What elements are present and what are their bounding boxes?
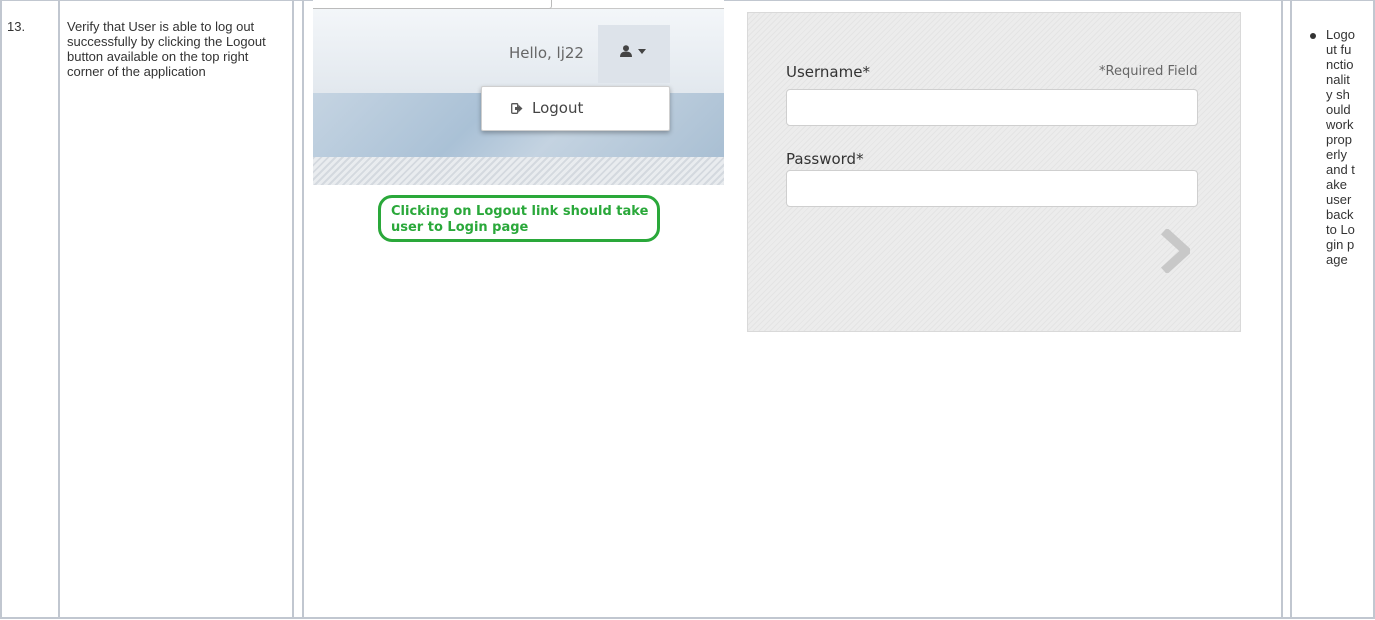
row-number: 13. xyxy=(7,19,26,34)
column-divider-5 xyxy=(1290,0,1292,619)
password-field[interactable] xyxy=(786,170,1198,207)
browser-top-bar xyxy=(313,0,724,9)
column-divider-3 xyxy=(302,0,304,619)
annotation-callout: Clicking on Logout link should take user… xyxy=(378,195,660,242)
logout-menu-item[interactable]: Logout xyxy=(481,86,670,131)
user-greeting: Hello, lj22 xyxy=(509,44,584,62)
password-label: Password* xyxy=(786,150,864,168)
logout-icon xyxy=(511,103,523,114)
expected-result-text: Logout functionality should work properl… xyxy=(1326,27,1355,267)
column-divider-4 xyxy=(1281,0,1283,619)
chevron-right-icon[interactable] xyxy=(1160,229,1190,273)
table-border-bottom xyxy=(0,617,1375,619)
username-field[interactable] xyxy=(786,89,1198,126)
user-icon xyxy=(620,45,632,57)
username-label: Username* xyxy=(786,63,870,81)
login-page-screenshot: Username* *Required Field Password* xyxy=(725,0,1270,335)
table-border-left xyxy=(0,0,2,619)
required-field-note: *Required Field xyxy=(1099,64,1198,79)
user-menu-button[interactable] xyxy=(598,25,670,83)
column-divider-1 xyxy=(58,0,60,619)
logout-label: Logout xyxy=(532,99,584,117)
annotation-text: Clicking on Logout link should take user… xyxy=(391,204,649,235)
login-panel: Username* *Required Field Password* xyxy=(747,12,1241,332)
caret-down-icon xyxy=(638,49,646,54)
test-description: Verify that User is able to log out succ… xyxy=(67,19,266,79)
top-field xyxy=(313,0,552,9)
bullet-icon xyxy=(1310,33,1316,39)
app-header-screenshot: Hello, lj22 Logout xyxy=(313,0,724,185)
header-stripe xyxy=(313,157,724,185)
column-divider-2 xyxy=(292,0,294,619)
